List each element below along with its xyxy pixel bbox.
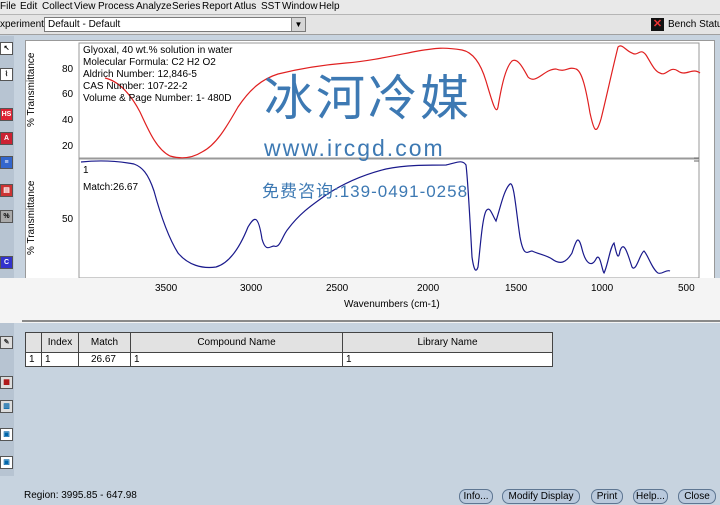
help-button[interactable]: Help... [633,489,668,504]
spectrum-window: % Transmittance % Transmittance 80 60 40… [25,40,715,280]
results-header-row: Index Match Compound Name Library Name [25,332,553,353]
table-row[interactable]: 1 1 26.67 1 1 [25,352,553,367]
experiment-label: xperiment: [0,19,47,30]
watermark-phone: 免费咨询:139-0491-0258 [262,182,469,201]
row-number-header [25,332,42,353]
bench-status-close-icon[interactable]: ✕ [651,18,664,31]
menu-report[interactable]: Report [202,1,232,12]
row-number-cell: 1 [25,352,42,367]
match-value: Match:26.67 [83,182,139,193]
x-tick-3000: 3000 [240,283,263,294]
match-header[interactable]: Match [78,332,131,353]
molecular-formula: Molecular Formula: C2 H2 O2 [83,57,216,68]
label-tool-icon[interactable]: HS [0,108,13,121]
close-button[interactable]: Close [678,489,716,504]
window-divider[interactable] [22,320,720,322]
match-info-block: 1 Match:26.67 [83,162,138,196]
x-tick-2500: 2500 [326,283,349,294]
modify-display-button[interactable]: Modify Display [502,489,580,504]
stack-tool-icon[interactable]: ≡ [0,156,13,169]
x-tick-500: 500 [678,283,695,294]
bottom-ytick: 50 [62,214,74,225]
print-button[interactable]: Print [591,489,623,504]
cas-number: CAS Number: 107-22-2 [83,81,188,92]
x-tick-3500: 3500 [155,283,178,294]
x-tick-1500: 1500 [505,283,528,294]
compound-title: Glyoxal, 40 wt.% solution in water [83,45,233,56]
top-ytick: 20 [62,141,74,152]
top-ytick: 60 [62,89,74,100]
library-name-cell: 1 [342,352,553,367]
top-ytick: 80 [62,64,74,75]
x-tick-1000: 1000 [591,283,614,294]
zoom-tool-icon[interactable]: % [0,210,13,223]
bench-status-label[interactable]: Bench Status [668,19,720,30]
region-tool-icon[interactable]: ⌇ [0,68,13,81]
menu-collect[interactable]: Collect [42,1,73,12]
region-readout: Region: 3995.85 - 647.98 [24,490,137,501]
save-tool-icon[interactable]: ▣ [0,428,13,441]
pointer-tool-icon[interactable]: ↖ [0,42,13,55]
peak-label-icon[interactable]: A [0,132,13,145]
top-ytick: 40 [62,115,74,126]
menu-window[interactable]: Window [282,1,318,12]
menu-analyze[interactable]: Analyze [136,1,172,12]
status-bar: Region: 3995.85 - 647.98 Info... Modify … [0,488,720,505]
menu-process[interactable]: Process [98,1,134,12]
tool-palette: ↖ ⌇ HS A ≡ ▤ % C ⌕ ? ✎ ▦ ▥ ▣ ▣ [0,36,14,476]
x-axis-label: Wavenumbers (cm-1) [344,299,440,310]
index-header[interactable]: Index [41,332,79,353]
compound-info-block: Glyoxal, 40 wt.% solution in water Molec… [83,45,233,105]
menu-sst[interactable]: SST [261,1,280,12]
info-button[interactable]: Info... [459,489,493,504]
x-axis-area: 3500 3000 2500 2000 1500 1000 500 Wavenu… [0,278,720,323]
menu-bar: File Edit Collect View Process Analyze S… [0,0,720,15]
watermark-title: 冰河冷媒 [264,72,473,126]
menu-atlus[interactable]: Atlus [234,1,256,12]
edit-tool-icon[interactable]: ✎ [0,336,13,349]
menu-series[interactable]: Series [172,1,200,12]
color-tool-icon[interactable]: C [0,256,13,269]
chevron-down-icon[interactable]: ▼ [291,18,305,31]
aldrich-number: Aldrich Number: 12,846-5 [83,69,197,80]
watermark-url: www.ircgd.com [264,135,445,161]
menu-file[interactable]: File [0,1,16,12]
compound-name-cell: 1 [130,352,343,367]
experiment-toolbar: xperiment: Default - Default ▼ ✕ Bench S… [0,15,720,35]
menu-help[interactable]: Help [319,1,340,12]
top-ylabel: % Transmittance [26,52,37,127]
menu-view[interactable]: View [74,1,96,12]
spectrum-index: 1 [83,165,89,176]
report-tool-icon[interactable]: ▤ [0,184,13,197]
bottom-ylabel: % Transmittance [26,180,37,255]
print-tool-icon[interactable]: ▥ [0,400,13,413]
experiment-value: Default - Default [48,19,121,30]
index-cell: 1 [41,352,79,367]
library-name-header[interactable]: Library Name [342,332,553,353]
results-table: Index Match Compound Name Library Name 1… [25,332,553,367]
menu-edit[interactable]: Edit [20,1,37,12]
match-cell: 26.67 [78,352,131,367]
volume-page-number: Volume & Page Number: 1- 480D [83,93,232,104]
compound-name-header[interactable]: Compound Name [130,332,343,353]
open-tool-icon[interactable]: ▣ [0,456,13,469]
library-tool-icon[interactable]: ▦ [0,376,13,389]
experiment-select[interactable]: Default - Default ▼ [44,17,306,32]
x-tick-2000: 2000 [417,283,440,294]
